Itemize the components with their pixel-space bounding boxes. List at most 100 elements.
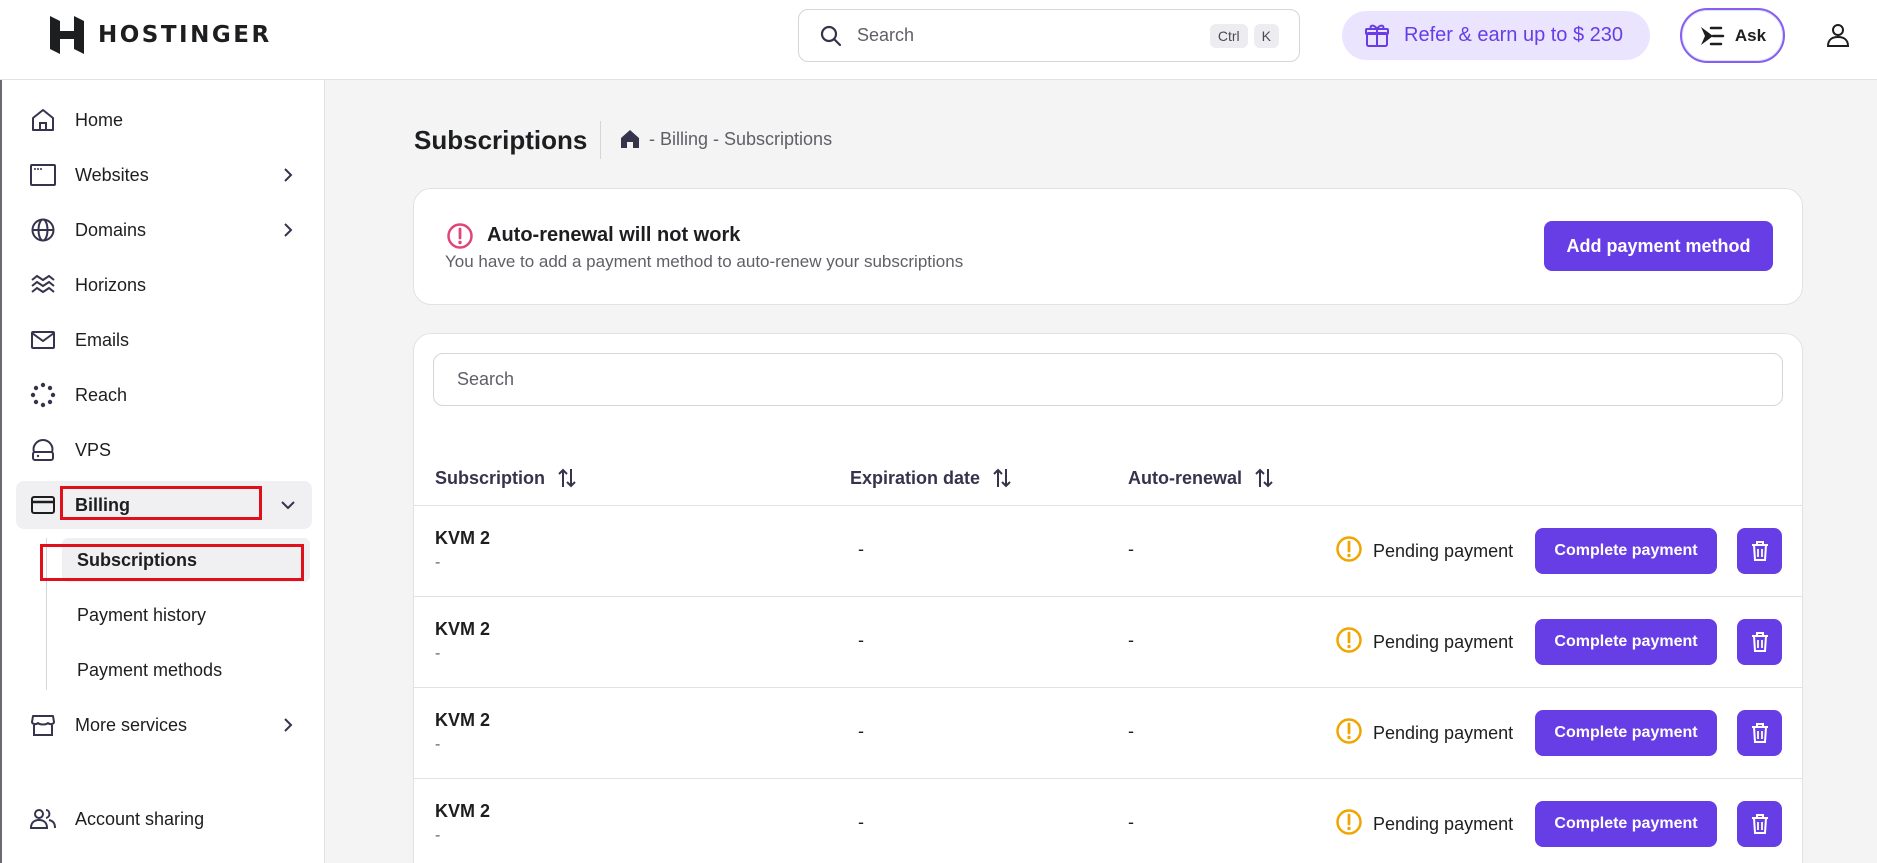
- subscription-name[interactable]: KVM 2: [435, 528, 490, 549]
- delete-button[interactable]: [1737, 801, 1782, 847]
- delete-button[interactable]: [1737, 710, 1782, 756]
- trash-icon: [1751, 723, 1768, 743]
- subscription-name[interactable]: KVM 2: [435, 710, 490, 731]
- chevron-right-icon: [284, 223, 293, 237]
- sidebar-item-vps[interactable]: VPS: [16, 426, 312, 474]
- ask-label: Ask: [1734, 25, 1767, 45]
- expiration-date: -: [858, 812, 864, 832]
- auto-renewal-value: -: [1128, 812, 1134, 832]
- expiration-date: -: [858, 630, 864, 650]
- status-label: Pending payment: [1373, 631, 1514, 652]
- user-account-icon[interactable]: [1825, 22, 1851, 48]
- refer-earn-button[interactable]: Refer & earn up to $ 230: [1342, 11, 1650, 60]
- home-icon[interactable]: [619, 128, 641, 150]
- subscription-name[interactable]: KVM 2: [435, 619, 490, 640]
- complete-payment-button[interactable]: Complete payment: [1535, 710, 1717, 756]
- chevron-down-icon: [281, 501, 295, 510]
- column-label: Expiration date: [850, 467, 981, 488]
- subscription-name[interactable]: KVM 2: [435, 801, 490, 822]
- table-row: KVM 2 - - - Pending payment Complete pay…: [414, 596, 1802, 687]
- status-label: Pending payment: [1373, 722, 1514, 743]
- warning-circle-icon: [1336, 718, 1362, 744]
- column-header-subscription[interactable]: Subscription: [435, 467, 577, 489]
- title-divider: [600, 121, 601, 159]
- sidebar-item-label: Billing: [75, 494, 130, 515]
- alert-message: You have to add a payment method to auto…: [445, 252, 964, 271]
- subscription-detail: -: [435, 827, 441, 844]
- sidebar-item-home[interactable]: Home: [16, 96, 312, 144]
- gift-icon: [1365, 24, 1389, 47]
- auto-renewal-value: -: [1128, 721, 1134, 741]
- column-header-expiration-date[interactable]: Expiration date: [850, 467, 1012, 489]
- sidebar-item-label: Reach: [75, 384, 128, 405]
- table-row: KVM 2 - - - Pending payment Complete pay…: [414, 505, 1802, 596]
- sidebar-item-label: Horizons: [75, 274, 147, 295]
- global-search[interactable]: Search Ctrl K: [798, 9, 1300, 62]
- card-icon: [31, 496, 55, 514]
- sidebar-item-label: Websites: [75, 164, 149, 185]
- trash-icon: [1751, 541, 1768, 561]
- subscriptions-search-input[interactable]: [433, 353, 1783, 406]
- server-icon: [32, 438, 54, 461]
- subnav-line: [46, 538, 47, 690]
- sidebar-item-label: Emails: [75, 329, 130, 350]
- sidebar-item-label: Account sharing: [75, 808, 205, 829]
- column-header-auto-renewal[interactable]: Auto-renewal: [1128, 467, 1274, 489]
- sidebar-subitem-payment-history[interactable]: Payment history: [62, 593, 310, 637]
- logo[interactable]: HOSTINGER: [50, 16, 272, 54]
- ask-ai-button[interactable]: Ask: [1680, 8, 1785, 63]
- browser-icon: [30, 164, 56, 186]
- reach-icon: [30, 382, 56, 408]
- sidebar-subitem-payment-methods[interactable]: Payment methods: [62, 648, 310, 692]
- kbd-k: K: [1253, 23, 1279, 48]
- page-title: Subscriptions: [414, 125, 588, 155]
- subscriptions-table: Subscription Expiration date Auto-renewa…: [413, 333, 1803, 863]
- sort-icon: [1255, 468, 1273, 488]
- store-icon: [31, 715, 55, 736]
- delete-button[interactable]: [1737, 528, 1782, 574]
- chevron-right-icon: [284, 168, 293, 182]
- auto-renewal-value: -: [1128, 539, 1134, 559]
- subscription-detail: -: [435, 645, 441, 662]
- sidebar-item-reach[interactable]: Reach: [16, 371, 312, 419]
- sidebar-item-horizons[interactable]: Horizons: [16, 261, 312, 309]
- sidebar-subitem-subscriptions[interactable]: Subscriptions: [62, 538, 310, 582]
- table-row: KVM 2 - - - Pending payment Complete pay…: [414, 778, 1802, 863]
- column-label: Auto-renewal: [1128, 467, 1243, 488]
- sort-icon: [558, 468, 576, 488]
- sidebar-item-websites[interactable]: Websites: [16, 151, 312, 199]
- refer-label: Refer & earn up to $ 230: [1404, 24, 1624, 46]
- warning-circle-icon: [1336, 627, 1362, 653]
- trash-icon: [1751, 632, 1768, 652]
- kodee-ai-icon: [1700, 26, 1725, 45]
- sidebar-item-domains[interactable]: Domains: [16, 206, 312, 254]
- status-badge: Pending payment: [1335, 718, 1514, 745]
- horizons-icon: [31, 274, 55, 294]
- alert-title: Auto-renewal will not work: [487, 224, 741, 246]
- hostinger-logo-icon: [50, 16, 84, 54]
- complete-payment-button[interactable]: Complete payment: [1535, 619, 1717, 665]
- sidebar-item-account-sharing[interactable]: Account sharing: [16, 795, 312, 843]
- expiration-date: -: [858, 721, 864, 741]
- column-label: Subscription: [435, 467, 546, 488]
- sidebar: Home Websites Domains Horizons Emails Re…: [0, 80, 325, 863]
- search-icon: [820, 25, 842, 46]
- globe-icon: [31, 218, 55, 242]
- sidebar-item-emails[interactable]: Emails: [16, 316, 312, 364]
- breadcrumb: - Billing - Subscriptions: [619, 128, 832, 150]
- complete-payment-button[interactable]: Complete payment: [1535, 528, 1717, 574]
- top-bar: HOSTINGER Search Ctrl K Refer & earn up …: [0, 0, 1877, 80]
- complete-payment-button[interactable]: Complete payment: [1535, 801, 1717, 847]
- status-badge: Pending payment: [1335, 809, 1514, 836]
- warning-circle-icon: [1336, 809, 1362, 835]
- sidebar-item-label: More services: [75, 714, 188, 735]
- delete-button[interactable]: [1737, 619, 1782, 665]
- auto-renewal-value: -: [1128, 630, 1134, 650]
- sidebar-item-label: Domains: [75, 219, 147, 240]
- sidebar-item-more-services[interactable]: More services: [16, 701, 312, 749]
- add-payment-method-button[interactable]: Add payment method: [1544, 221, 1773, 271]
- home-icon: [32, 109, 54, 131]
- search-placeholder: Search: [857, 25, 915, 45]
- status-label: Pending payment: [1373, 813, 1514, 834]
- sidebar-item-billing[interactable]: Billing: [16, 481, 312, 529]
